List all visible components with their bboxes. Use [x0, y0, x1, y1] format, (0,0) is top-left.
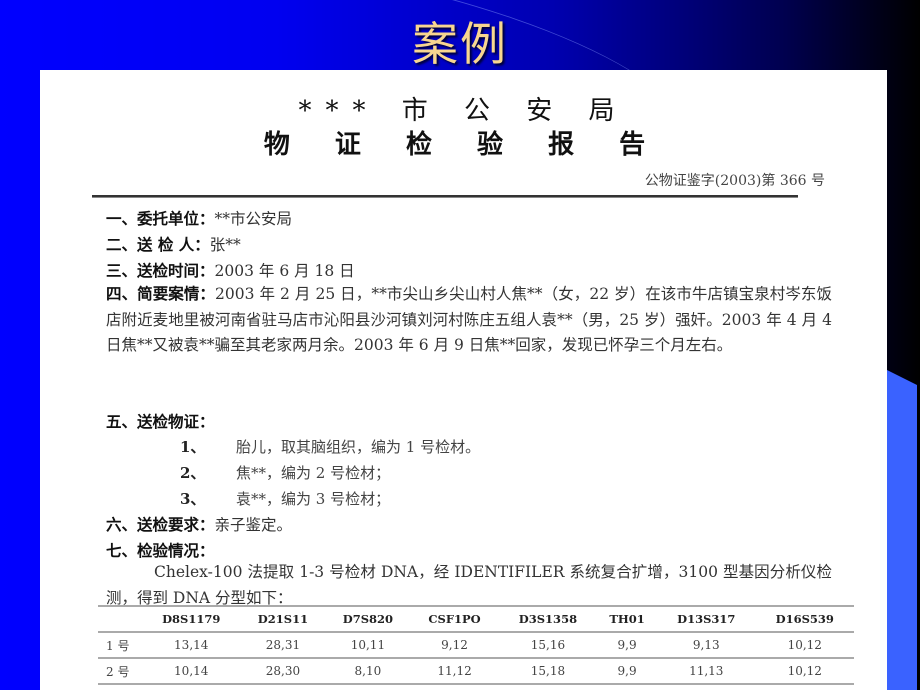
section-label: 三、送检时间：	[106, 261, 215, 280]
evidence-text: 袁**，编为 3 号检材；	[236, 490, 391, 508]
table-row: 2 号 10,14 28,30 8,10 11,12 15,18 9,9 11,…	[98, 658, 854, 685]
table-cell: 10,11	[325, 632, 411, 659]
document-panel: *** 市 公 安 局 物 证 检 验 报 告 公物证鉴字(2003)第 366…	[40, 70, 887, 690]
section-inspection: 七、检验情况：	[106, 539, 215, 561]
section-evidence: 五、送检物证：	[106, 410, 215, 432]
section-submitter: 二、送 检 人：张**	[106, 233, 241, 255]
table-cell: 15,16	[498, 632, 598, 659]
table-header: D7S820	[325, 605, 411, 633]
table-cell: 1 号	[98, 632, 142, 659]
table-cell: 9,9	[597, 632, 658, 659]
document-heading-title: 物 证 检 验 报 告	[263, 130, 664, 160]
section-case-summary: 四、简要案情：2003 年 2 月 25 日，**市尖山乡尖山村人焦**（女，2…	[106, 281, 832, 359]
table-header: D3S1358	[498, 605, 598, 633]
section-label: 七、检验情况：	[106, 541, 215, 560]
evidence-number: 2、	[180, 464, 206, 482]
table-cell: 9,12	[410, 632, 499, 659]
section-label: 二、送 检 人：	[106, 235, 210, 254]
evidence-number: 1、	[180, 438, 206, 456]
table-header: D21S11	[240, 605, 326, 633]
header-divider	[92, 195, 798, 198]
evidence-item: 1、 胎儿，取其脑组织，编为 1 号检材。	[180, 436, 480, 457]
evidence-item: 2、 焦**，编为 2 号检材；	[180, 462, 390, 483]
section-client: 一、委托单位：**市公安局	[106, 207, 292, 229]
table-header: D16S539	[755, 605, 854, 633]
section-value: 张**	[209, 236, 241, 254]
evidence-number: 3、	[180, 490, 206, 508]
table-cell: 11,13	[657, 658, 756, 685]
evidence-text: 焦**，编为 2 号检材；	[236, 464, 391, 482]
table-cell: 13,14	[142, 632, 241, 659]
section-value: 2003 年 6 月 18 日	[214, 262, 355, 280]
table-cell: 2 号	[98, 658, 142, 685]
section-label: 一、委托单位：	[106, 209, 215, 228]
table-header: CSF1PO	[410, 605, 499, 633]
table-row: 1 号 13,14 28,31 10,11 9,12 15,16 9,9 9,1…	[98, 632, 854, 659]
table-cell: 11,12	[410, 658, 499, 685]
table-cell: 10,14	[142, 658, 241, 685]
section-label: 五、送检物证：	[106, 412, 215, 431]
section-value: 2003 年 2 月 25 日，**市尖山乡尖山村人焦**（女，22 岁）在该市…	[106, 285, 832, 354]
section-request: 六、送检要求：亲子鉴定。	[106, 513, 292, 535]
table-cell: 9,13	[657, 632, 756, 659]
section-date: 三、送检时间：2003 年 6 月 18 日	[106, 259, 355, 281]
table-cell: 15,18	[498, 658, 598, 685]
table-cell: 9,9	[597, 658, 658, 685]
dna-profile-table: D8S1179 D21S11 D7S820 CSF1PO D3S1358 TH0…	[98, 605, 854, 685]
evidence-text: 胎儿，取其脑组织，编为 1 号检材。	[236, 438, 481, 456]
table-header: D8S1179	[142, 605, 241, 633]
decorative-stripe	[887, 370, 917, 690]
report-number: 公物证鉴字(2003)第 366 号	[644, 173, 825, 189]
inspection-text: Chelex-100 法提取 1-3 号检材 DNA，经 IDENTIFILER…	[106, 563, 832, 607]
table-cell: 10,12	[755, 632, 854, 659]
document-heading-agency: *** 市 公 安 局	[298, 96, 629, 126]
slide-title: 案例	[412, 17, 508, 71]
table-header	[98, 605, 142, 633]
table-header: TH01	[597, 605, 658, 633]
section-value: **市公安局	[214, 210, 293, 228]
section-label: 四、简要案情：	[106, 284, 216, 303]
table-header-row: D8S1179 D21S11 D7S820 CSF1PO D3S1358 TH0…	[98, 605, 854, 633]
section-label: 六、送检要求：	[106, 515, 215, 534]
table-header: D13S317	[657, 605, 756, 633]
table-cell: 28,31	[240, 632, 326, 659]
evidence-item: 3、 袁**，编为 3 号检材；	[180, 488, 390, 509]
table-cell: 10,12	[755, 658, 854, 685]
table-cell: 8,10	[325, 658, 411, 685]
table-cell: 28,30	[240, 658, 326, 685]
section-value: 亲子鉴定。	[214, 516, 293, 534]
